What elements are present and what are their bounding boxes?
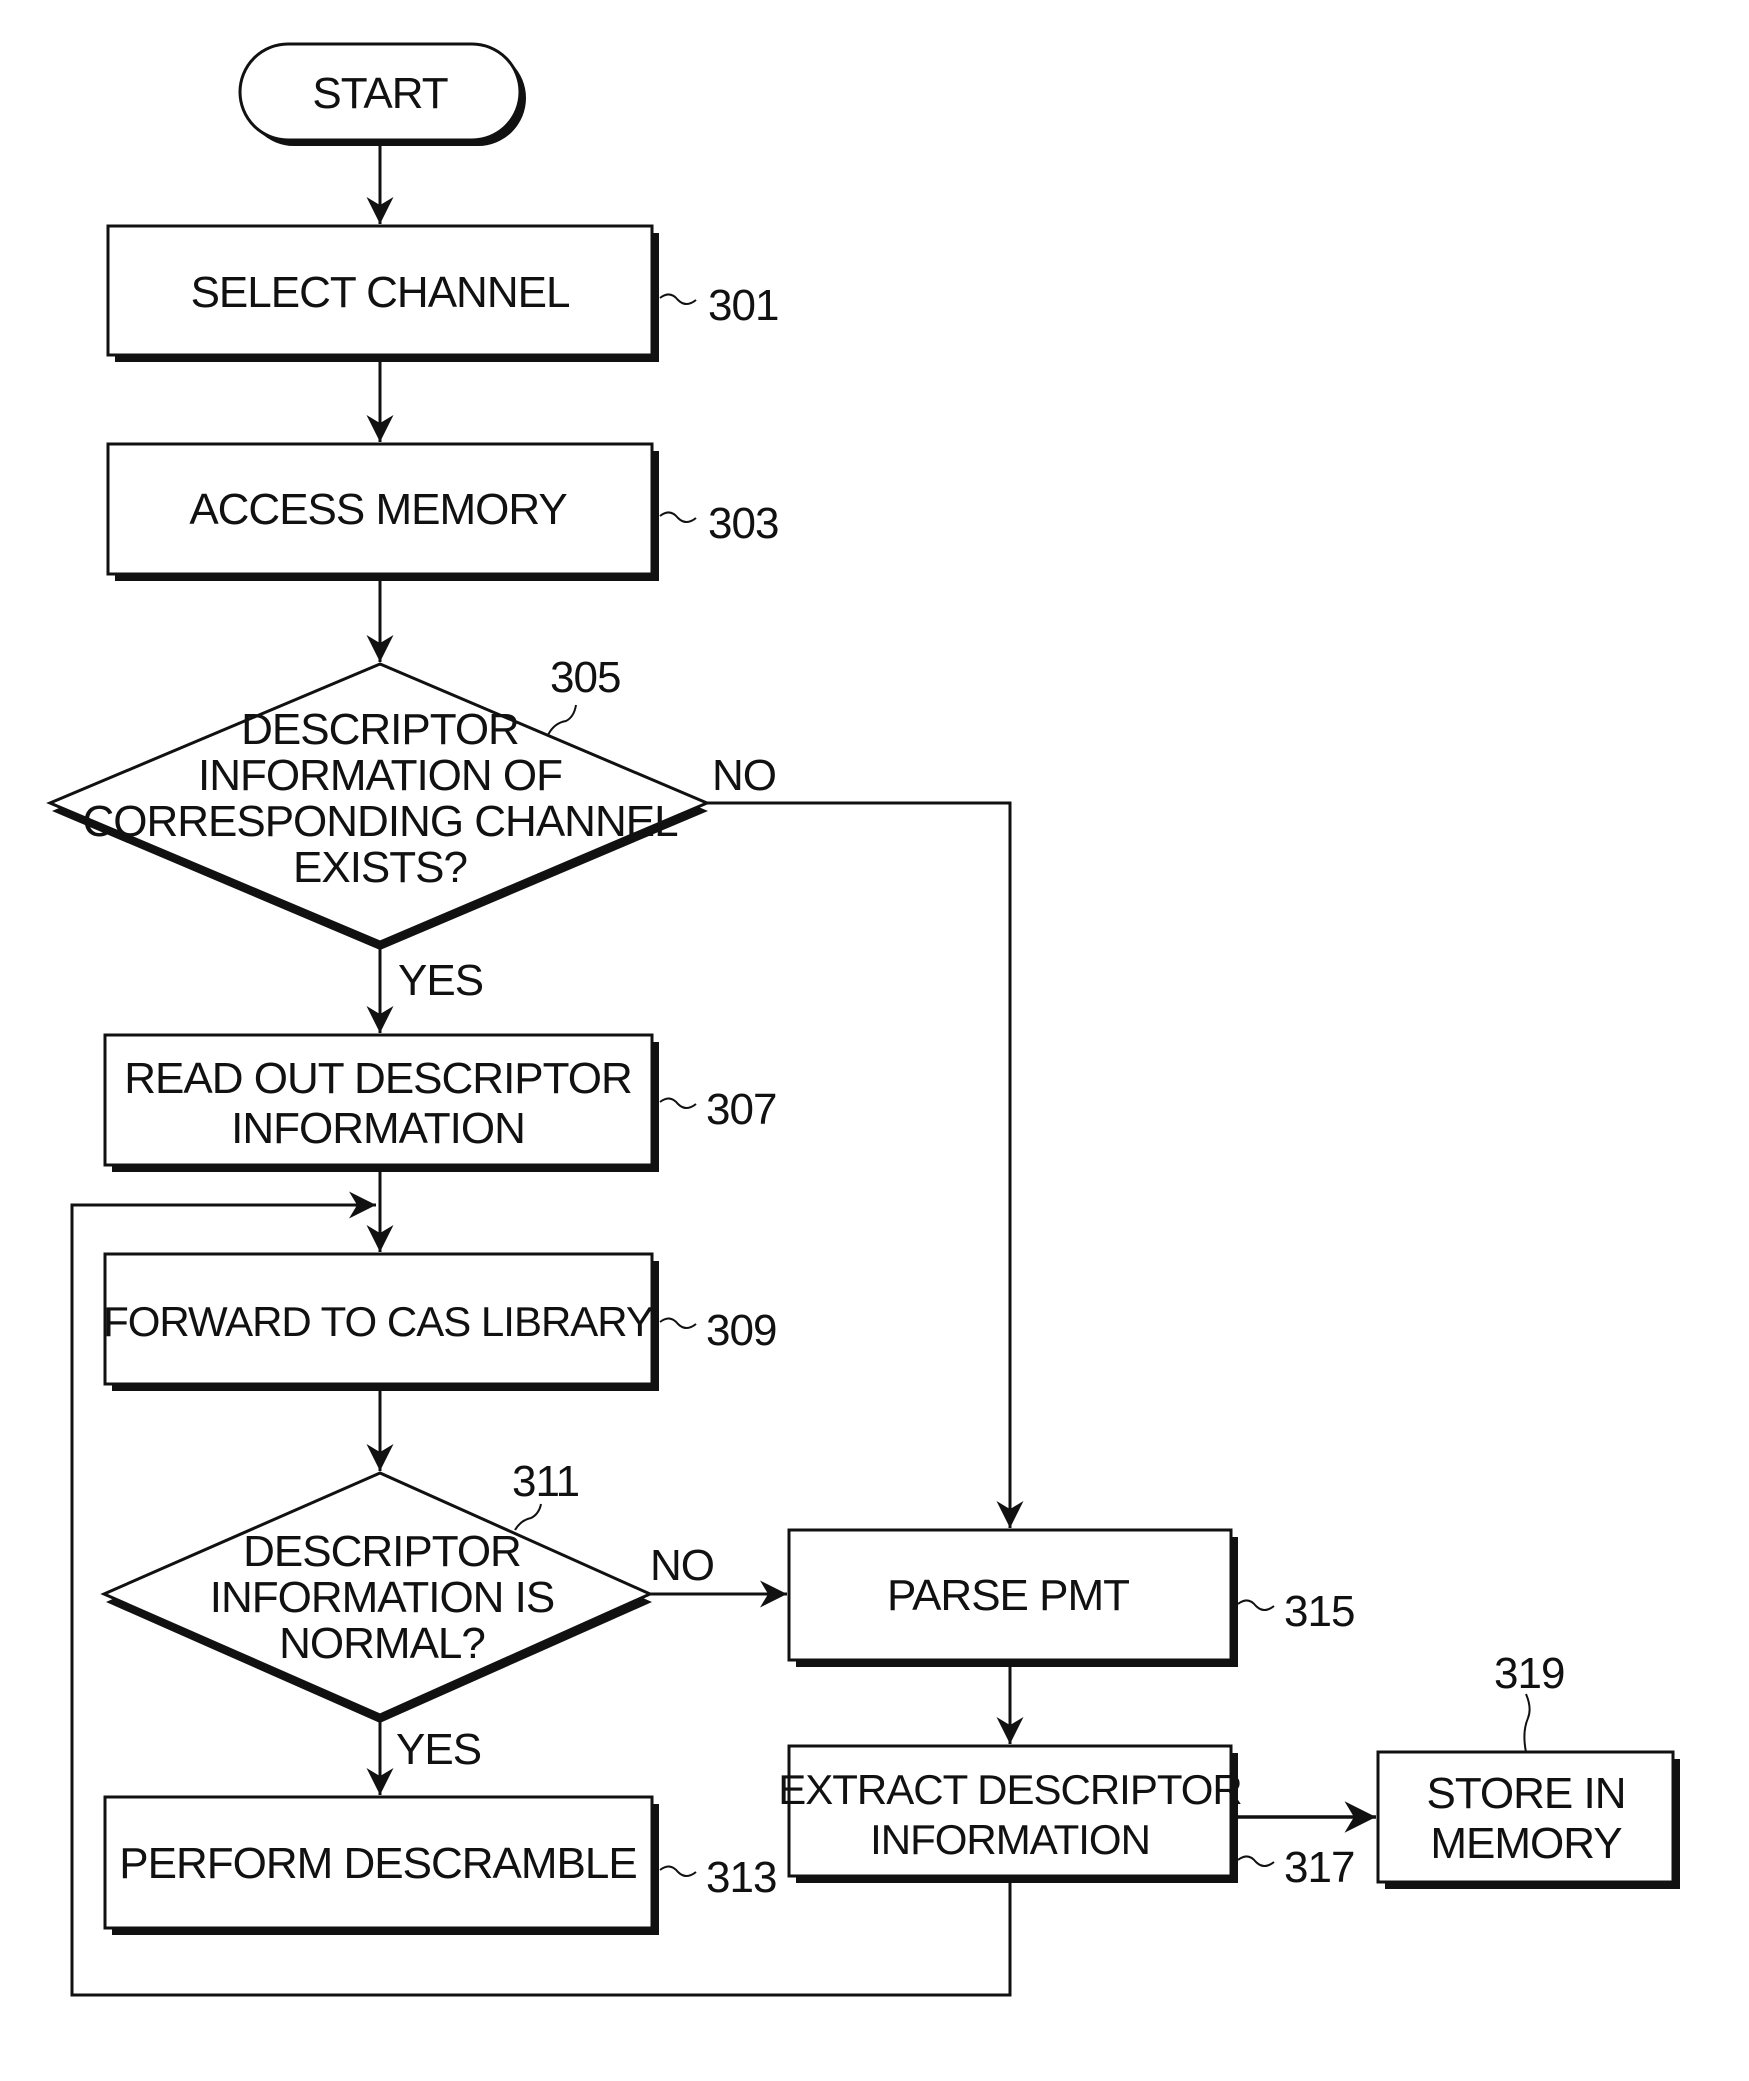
ref-317: 317 [1284, 1843, 1354, 1892]
decision-descriptor-exists: DESCRIPTOR INFORMATION OF CORRESPONDING … [46, 662, 711, 950]
access-memory-label: ACCESS MEMORY [189, 485, 567, 534]
ref-301: 301 [708, 281, 778, 330]
ref-leader-317 [1237, 1855, 1275, 1867]
ref-309: 309 [706, 1306, 776, 1355]
ref-315: 315 [1284, 1587, 1354, 1636]
extract-line2: INFORMATION [870, 1816, 1150, 1863]
decision-311-no-label: NO [650, 1541, 714, 1590]
ref-leader-305 [547, 704, 577, 736]
ref-leader-311 [514, 1503, 542, 1531]
start-label: START [312, 69, 447, 118]
decision-311-line2: INFORMATION IS [210, 1573, 555, 1622]
ref-leader-313 [659, 1865, 697, 1877]
decision-305-line1: DESCRIPTOR [241, 705, 519, 754]
read-out-line2: INFORMATION [231, 1104, 525, 1153]
ref-313: 313 [706, 1853, 776, 1902]
access-memory-box: ACCESS MEMORY [106, 442, 659, 581]
select-channel-label: SELECT CHANNEL [191, 268, 570, 317]
decision-311-line3: NORMAL? [279, 1619, 485, 1668]
flowchart: START SELECT CHANNEL 301 ACCESS MEMORY 3… [46, 42, 1680, 1997]
decision-305-line4: EXISTS? [293, 843, 467, 892]
arrow-305-no-to-parse [707, 801, 1024, 1528]
ref-leader-307 [659, 1097, 697, 1109]
forward-cas-label: FORWARD TO CAS LIBRARY [103, 1298, 654, 1345]
ref-311: 311 [512, 1457, 579, 1506]
descramble-label: PERFORM DESCRAMBLE [119, 1839, 636, 1888]
read-out-box: READ OUT DESCRIPTOR INFORMATION [103, 1033, 659, 1172]
descramble-box: PERFORM DESCRAMBLE [103, 1795, 659, 1935]
decision-311-line1: DESCRIPTOR [243, 1527, 521, 1576]
ref-319: 319 [1494, 1649, 1564, 1698]
ref-leader-319 [1523, 1693, 1531, 1753]
select-channel-box: SELECT CHANNEL [106, 224, 659, 362]
parse-pmt-box: PARSE PMT [787, 1528, 1238, 1667]
ref-307: 307 [706, 1085, 776, 1134]
ref-leader-301 [659, 293, 697, 305]
start-node: START [238, 42, 526, 146]
decision-descriptor-normal: DESCRIPTOR INFORMATION IS NORMAL? [100, 1471, 654, 1723]
decision-311-yes-label: YES [396, 1725, 481, 1774]
decision-305-line3: CORRESPONDING CHANNEL [82, 797, 678, 846]
store-box: STORE IN MEMORY [1376, 1750, 1680, 1889]
ref-leader-303 [659, 511, 697, 523]
decision-305-line2: INFORMATION OF [198, 751, 562, 800]
ref-303: 303 [708, 499, 778, 548]
decision-305-no-label: NO [712, 751, 776, 800]
ref-leader-309 [659, 1317, 697, 1329]
parse-pmt-label: PARSE PMT [887, 1571, 1129, 1620]
ref-leader-315 [1237, 1599, 1275, 1611]
extract-box: EXTRACT DESCRIPTOR INFORMATION [778, 1744, 1243, 1883]
extract-line1: EXTRACT DESCRIPTOR [778, 1766, 1242, 1813]
read-out-line1: READ OUT DESCRIPTOR [124, 1054, 631, 1103]
decision-305-yes-label: YES [398, 956, 483, 1005]
forward-cas-box: FORWARD TO CAS LIBRARY [103, 1252, 659, 1391]
store-line2: MEMORY [1430, 1819, 1622, 1868]
ref-305: 305 [550, 653, 620, 702]
store-line1: STORE IN [1426, 1769, 1625, 1818]
